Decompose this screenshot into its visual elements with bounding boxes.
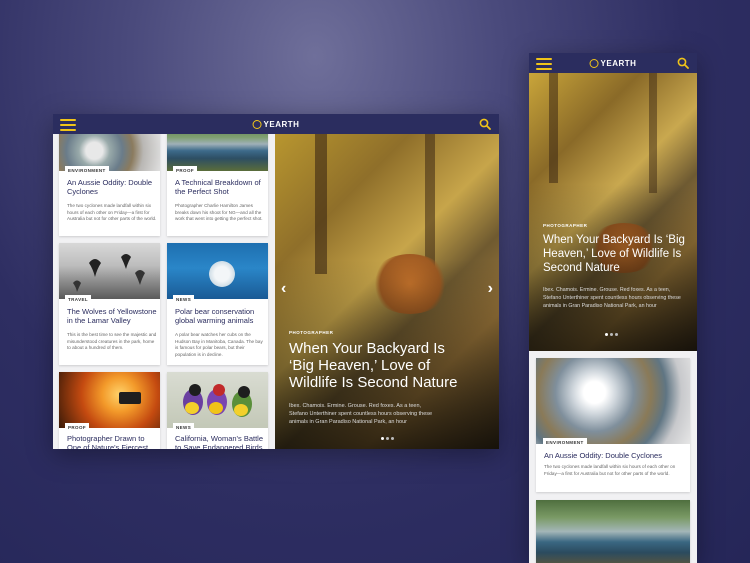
card-description: Photographer Charlie Hamilton James brea… [175, 203, 263, 221]
search-icon[interactable] [677, 57, 689, 69]
card-description: This is the best time to see the majesti… [67, 332, 157, 350]
article-card[interactable]: PROOF A Technical Breakdown of the Perfe… [167, 134, 268, 236]
birds-graphic [183, 384, 252, 417]
next-arrow-icon[interactable]: › [488, 280, 493, 298]
card-description: A polar bear watches her cubs on the Hud… [175, 332, 263, 357]
hero-text: Ibex. Chamois. Ermine. Grouse. Red foxes… [543, 287, 681, 309]
phone-frame: YEARTH PHOTOGRAPHER When Your Backyard I… [529, 53, 697, 563]
hero-carousel[interactable]: PHOTOGRAPHER When Your Backyard Is ‘Big … [529, 73, 697, 351]
logo[interactable]: YEARTH [252, 119, 300, 129]
finches-image [167, 372, 268, 428]
previous-arrow-icon[interactable]: ‹ [281, 280, 286, 298]
menu-icon[interactable] [60, 119, 76, 131]
hero-title[interactable]: When Your Backyard Is ‘Big Heaven,’ Love… [543, 233, 689, 275]
category-tag: ENVIRONMENT [65, 166, 109, 174]
article-card[interactable] [536, 500, 690, 563]
card-title[interactable]: The Wolves of Yellowstone in the Lamar V… [67, 307, 157, 325]
logo-ring-icon [252, 119, 262, 129]
logo-ring-icon [589, 58, 599, 68]
polar-bear-image [167, 243, 268, 299]
card-description: The two cyclones made landfall within si… [67, 203, 157, 221]
carousel-dot[interactable] [605, 333, 608, 336]
tablet-frame: YEARTH ENVIRONMENT An Aussie Oddity: Dou… [53, 114, 499, 449]
card-title[interactable]: California, Woman's Battle to Save Endan… [175, 434, 265, 449]
carousel-dot[interactable] [610, 333, 613, 336]
hero-carousel[interactable]: ‹ › PHOTOGRAPHER When Your Backyard Is ‘… [275, 134, 499, 449]
card-title[interactable]: Photographer Drawn to One of Nature's Fi… [67, 434, 157, 449]
card-title[interactable]: An Aussie Oddity: Double Cyclones [544, 451, 684, 460]
article-card[interactable]: ENVIRONMENT An Aussie Oddity: Double Cyc… [59, 134, 160, 236]
carousel-dot[interactable] [386, 437, 389, 440]
card-title[interactable]: Polar bear conservation global warming a… [175, 307, 265, 325]
carousel-dot[interactable] [391, 437, 394, 440]
carousel-dot[interactable] [381, 437, 384, 440]
category-tag: TRAVEL [65, 295, 92, 303]
card-grid: ENVIRONMENT An Aussie Oddity: Double Cyc… [53, 134, 275, 449]
birds-graphic [73, 254, 145, 292]
top-bar: YEARTH [53, 114, 499, 134]
category-tag: ENVIRONMENT [543, 438, 587, 446]
fire-car-image [59, 372, 160, 428]
carousel-dots[interactable] [381, 437, 394, 440]
hero-title[interactable]: When Your Backyard Is ‘Big Heaven,’ Love… [289, 340, 469, 391]
article-card[interactable]: ENVIRONMENT An Aussie Oddity: Double Cyc… [536, 358, 690, 492]
wolves-birds-image [59, 243, 160, 299]
card-title[interactable]: An Aussie Oddity: Double Cyclones [67, 178, 155, 196]
logo[interactable]: YEARTH [589, 58, 637, 68]
category-tag: PROOF [173, 166, 198, 174]
category-tag: PROOF [65, 423, 90, 431]
article-card[interactable]: NEWS California, Woman's Battle to Save … [167, 372, 268, 449]
menu-icon[interactable] [536, 58, 552, 70]
article-card[interactable]: NEWS Polar bear conservation global warm… [167, 243, 268, 365]
hero-kicker: PHOTOGRAPHER [543, 223, 588, 228]
card-title[interactable]: A Technical Breakdown of the Perfect Sho… [175, 178, 263, 196]
category-tag: NEWS [173, 295, 195, 303]
river-landscape-image [536, 500, 690, 563]
search-icon[interactable] [479, 118, 491, 130]
hero-text: Ibex. Chamois. Ermine. Grouse. Red foxes… [289, 403, 433, 425]
brand-name: YEARTH [600, 58, 637, 68]
card-description: The two cyclones made landfall within si… [544, 464, 676, 476]
carousel-dots[interactable] [605, 333, 618, 336]
hero-kicker: PHOTOGRAPHER [289, 330, 334, 335]
article-card[interactable]: PROOF Photographer Drawn to One of Natur… [59, 372, 160, 449]
satellite-image [536, 358, 690, 444]
brand-name: YEARTH [263, 119, 300, 129]
carousel-dot[interactable] [615, 333, 618, 336]
category-tag: NEWS [173, 423, 195, 431]
article-card[interactable]: TRAVEL The Wolves of Yellowstone in the … [59, 243, 160, 365]
top-bar: YEARTH [529, 53, 697, 73]
